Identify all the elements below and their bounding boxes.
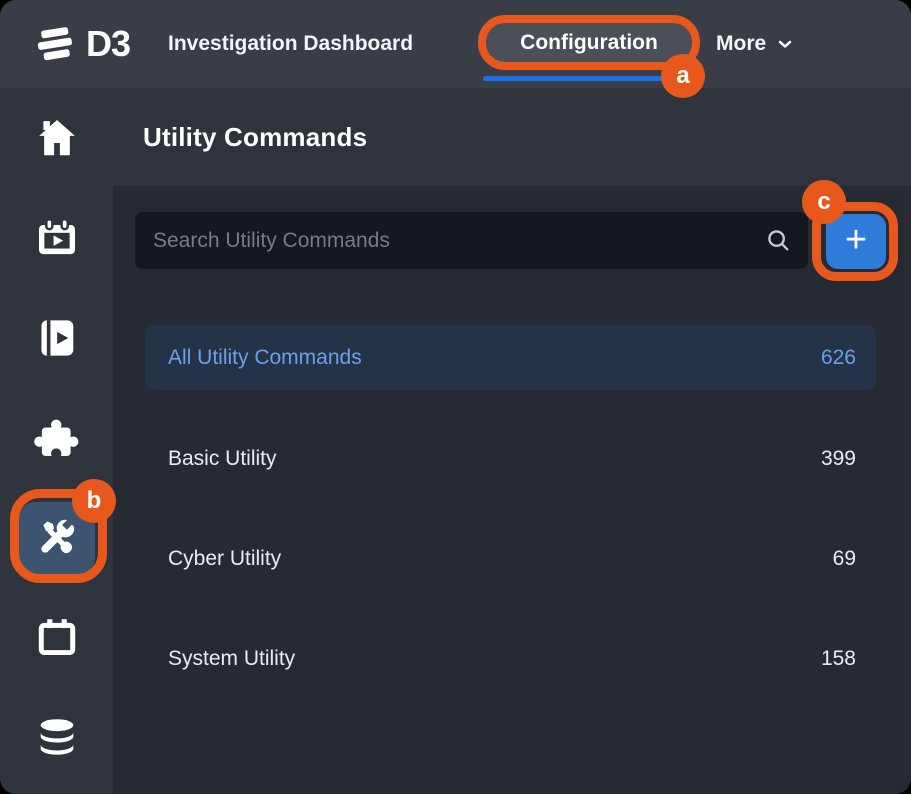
integrations-icon [34, 415, 80, 461]
list-item-cyber-utility[interactable]: Cyber Utility 69 [145, 526, 876, 591]
search-input[interactable] [153, 229, 765, 253]
list-item-count: 69 [833, 547, 856, 571]
utility-commands-icon [35, 516, 79, 560]
d3-logo[interactable]: D3 [30, 0, 130, 88]
list-item-system-utility[interactable]: System Utility 158 [145, 626, 876, 691]
home-icon [34, 115, 80, 161]
sidebar [0, 88, 113, 794]
sidebar-item-utility-commands[interactable] [0, 488, 113, 588]
sidebar-item-integrations[interactable] [0, 388, 113, 488]
nav-investigation-dashboard[interactable]: Investigation Dashboard [168, 0, 413, 88]
sidebar-item-home[interactable] [0, 88, 113, 188]
list-item-basic-utility[interactable]: Basic Utility 399 [145, 426, 876, 491]
playbook-icon [34, 315, 80, 361]
list-item-count: 399 [821, 447, 856, 471]
list-item-all-utility-commands[interactable]: All Utility Commands 626 [145, 325, 876, 390]
event-playbook-icon [34, 215, 80, 261]
app-window: D3 Investigation Dashboard Configuration… [0, 0, 911, 794]
utility-commands-selected-tile [19, 502, 95, 574]
list-item-label: System Utility [168, 647, 295, 671]
list-item-label: Basic Utility [168, 447, 277, 471]
sidebar-item-data-management[interactable] [0, 688, 113, 788]
sidebar-item-calendar[interactable] [0, 588, 113, 688]
sidebar-item-event-playbook[interactable] [0, 188, 113, 288]
search-box [135, 212, 808, 269]
content-panel: All Utility Commands 626 Basic Utility 3… [113, 186, 911, 794]
calendar-icon [34, 615, 80, 661]
top-nav-bar: D3 Investigation Dashboard Configuration… [0, 0, 911, 88]
data-management-icon [34, 715, 80, 761]
list-item-label: Cyber Utility [168, 547, 281, 571]
page-title: Utility Commands [143, 122, 367, 153]
list-item-count: 158 [821, 647, 856, 671]
chevron-down-icon [775, 34, 795, 54]
d3-logo-text: D3 [86, 26, 130, 62]
plus-icon: + [845, 221, 867, 259]
add-utility-command-button[interactable]: + [826, 214, 886, 269]
search-icon [765, 227, 792, 254]
d3-logo-icon [30, 24, 80, 64]
nav-more-menu[interactable]: More [716, 0, 795, 88]
list-item-count: 626 [821, 346, 856, 370]
active-tab-underline [483, 76, 667, 81]
list-item-label: All Utility Commands [168, 346, 362, 370]
nav-configuration-tab[interactable]: Configuration [478, 15, 700, 70]
sidebar-item-playbook[interactable] [0, 288, 113, 388]
